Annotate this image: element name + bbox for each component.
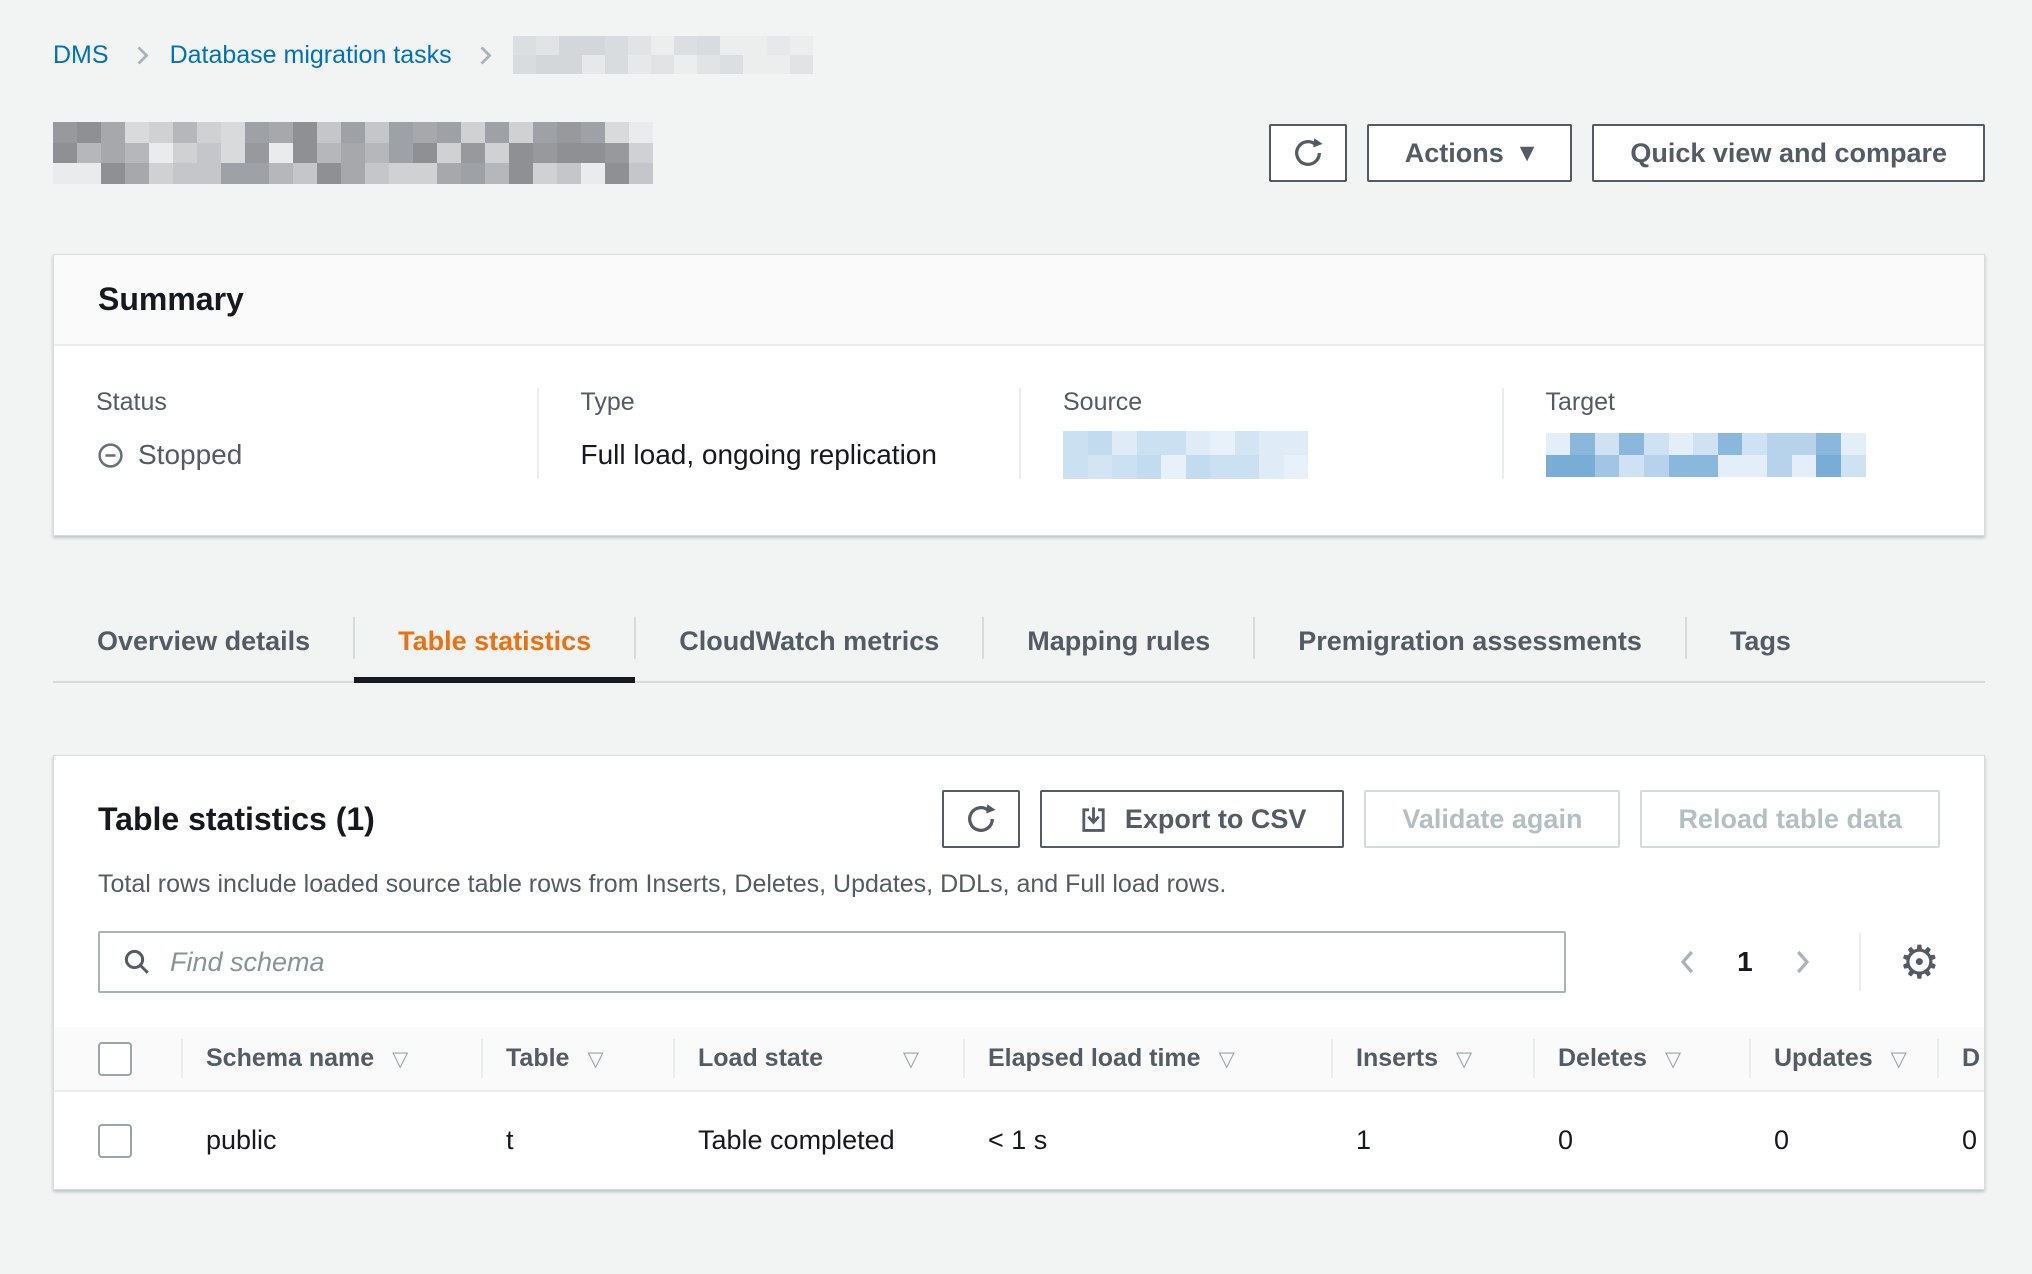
sort-icon: ▽ bbox=[587, 1047, 603, 1071]
type-value: Full load, ongoing replication bbox=[581, 439, 937, 471]
page-header: Actions ▼ Quick view and compare bbox=[53, 122, 1985, 184]
tab-tags[interactable]: Tags bbox=[1686, 602, 1835, 681]
refresh-button[interactable] bbox=[1269, 124, 1347, 182]
status-value: Stopped bbox=[138, 439, 242, 471]
breadcrumb-link-dms[interactable]: DMS bbox=[53, 41, 109, 70]
current-page-number[interactable]: 1 bbox=[1737, 946, 1753, 978]
cell-ddls: 0 bbox=[1937, 1091, 1985, 1189]
cell-inserts: 1 bbox=[1331, 1091, 1533, 1189]
summary-field-target: Target bbox=[1502, 388, 1985, 479]
schema-search-box bbox=[98, 931, 1566, 993]
tab-overview-details[interactable]: Overview details bbox=[53, 602, 354, 681]
chevron-left-icon bbox=[1673, 945, 1703, 979]
sort-icon: ▽ bbox=[392, 1047, 408, 1071]
actions-button[interactable]: Actions ▼ bbox=[1367, 124, 1573, 182]
column-header-schema-name[interactable]: Schema name▽ bbox=[181, 1027, 481, 1091]
table-statistics-description: Total rows include loaded source table r… bbox=[98, 870, 1940, 899]
dms-task-page: DMS Database migration tasks Actions ▼ Q… bbox=[0, 0, 2032, 1190]
search-input[interactable] bbox=[168, 946, 1542, 979]
column-header-elapsed-load-time[interactable]: Elapsed load time▽ bbox=[963, 1027, 1331, 1091]
summary-fields: Status Stopped Type Full load, ongoing r… bbox=[54, 346, 1984, 535]
tab-premigration-assessments[interactable]: Premigration assessments bbox=[1254, 602, 1686, 681]
table-statistics-title: Table statistics (1) bbox=[98, 801, 375, 838]
summary-card: Summary Status Stopped Type Full load, o… bbox=[53, 254, 1985, 536]
sort-icon: ▽ bbox=[1219, 1047, 1235, 1071]
export-to-csv-button[interactable]: Export to CSV bbox=[1040, 790, 1345, 848]
search-icon bbox=[122, 947, 152, 977]
field-label: Target bbox=[1546, 388, 1943, 417]
sort-icon: ▽ bbox=[1665, 1047, 1681, 1071]
target-value-redacted bbox=[1546, 433, 1866, 477]
page-header-actions: Actions ▼ Quick view and compare bbox=[1269, 124, 1985, 182]
table-statistics-card: Table statistics (1) bbox=[53, 755, 1985, 1190]
sort-icon: ▽ bbox=[1456, 1047, 1472, 1071]
field-label: Source bbox=[1063, 388, 1460, 417]
next-page-button[interactable] bbox=[1783, 941, 1821, 983]
tab-cloudwatch-metrics[interactable]: CloudWatch metrics bbox=[635, 602, 983, 681]
select-all-header bbox=[54, 1027, 181, 1091]
field-label: Type bbox=[581, 388, 978, 417]
breadcrumb-link-tasks[interactable]: Database migration tasks bbox=[170, 41, 452, 70]
gear-icon: ⚙ bbox=[1899, 935, 1940, 989]
breadcrumb-chevron-icon bbox=[473, 46, 491, 64]
column-header-load-state[interactable]: Load state▽ bbox=[673, 1027, 963, 1091]
cell-table: t bbox=[481, 1091, 673, 1189]
validate-again-label: Validate again bbox=[1402, 804, 1582, 835]
summary-field-source: Source bbox=[1019, 388, 1502, 479]
select-all-checkbox[interactable] bbox=[98, 1042, 132, 1076]
stopped-status-icon bbox=[96, 441, 125, 470]
task-detail-tabs: Overview details Table statistics CloudW… bbox=[53, 602, 1985, 683]
cell-deletes: 0 bbox=[1533, 1091, 1749, 1189]
reload-table-data-label: Reload table data bbox=[1678, 804, 1902, 835]
column-header-inserts[interactable]: Inserts▽ bbox=[1331, 1027, 1533, 1091]
pagination: 1 ⚙ bbox=[1669, 933, 1940, 991]
chevron-right-icon bbox=[1787, 945, 1817, 979]
refresh-icon bbox=[1291, 136, 1325, 170]
validate-again-button[interactable]: Validate again bbox=[1364, 790, 1620, 848]
tab-table-statistics[interactable]: Table statistics bbox=[354, 602, 635, 681]
field-label: Status bbox=[96, 388, 495, 417]
export-to-csv-label: Export to CSV bbox=[1125, 804, 1307, 835]
caret-down-icon: ▼ bbox=[1520, 144, 1535, 163]
breadcrumb-redacted-task-name bbox=[513, 36, 813, 74]
table-statistics-table: Schema name▽ Table▽ Load state▽ Elapsed … bbox=[54, 1027, 1984, 1189]
reload-table-data-button[interactable]: Reload table data bbox=[1640, 790, 1940, 848]
refresh-icon bbox=[964, 802, 998, 836]
summary-field-status: Status Stopped bbox=[54, 388, 537, 479]
cell-updates: 0 bbox=[1749, 1091, 1937, 1189]
column-header-ddls[interactable]: D bbox=[1937, 1027, 1985, 1091]
sort-icon: ▽ bbox=[1891, 1047, 1907, 1071]
summary-title: Summary bbox=[98, 281, 1940, 318]
breadcrumb-chevron-icon bbox=[130, 46, 148, 64]
tab-mapping-rules[interactable]: Mapping rules bbox=[983, 602, 1254, 681]
cell-elapsed-load-time: < 1 s bbox=[963, 1091, 1331, 1189]
previous-page-button[interactable] bbox=[1669, 941, 1707, 983]
row-checkbox[interactable] bbox=[98, 1124, 132, 1158]
page-title-redacted bbox=[53, 122, 653, 184]
table-settings-button[interactable]: ⚙ bbox=[1899, 939, 1940, 985]
table-statistics-actions: Export to CSV Validate again Reload tabl… bbox=[942, 790, 1940, 848]
actions-button-label: Actions bbox=[1405, 138, 1504, 169]
cell-schema-name: public bbox=[181, 1091, 481, 1189]
summary-field-type: Type Full load, ongoing replication bbox=[537, 388, 1020, 479]
source-value-redacted bbox=[1063, 431, 1308, 479]
download-icon bbox=[1078, 804, 1109, 835]
table-header-row: Schema name▽ Table▽ Load state▽ Elapsed … bbox=[54, 1027, 1985, 1091]
summary-card-header: Summary bbox=[54, 255, 1984, 346]
quick-view-compare-button[interactable]: Quick view and compare bbox=[1592, 124, 1985, 182]
breadcrumb: DMS Database migration tasks bbox=[53, 36, 1985, 74]
table-row: public t Table completed < 1 s 1 0 0 0 bbox=[54, 1091, 1985, 1189]
divider bbox=[1859, 933, 1861, 991]
column-header-table[interactable]: Table▽ bbox=[481, 1027, 673, 1091]
column-header-updates[interactable]: Updates▽ bbox=[1749, 1027, 1937, 1091]
quick-view-label: Quick view and compare bbox=[1630, 138, 1947, 169]
table-refresh-button[interactable] bbox=[942, 790, 1020, 848]
sort-icon: ▽ bbox=[903, 1047, 919, 1071]
column-header-deletes[interactable]: Deletes▽ bbox=[1533, 1027, 1749, 1091]
cell-load-state: Table completed bbox=[673, 1091, 963, 1189]
